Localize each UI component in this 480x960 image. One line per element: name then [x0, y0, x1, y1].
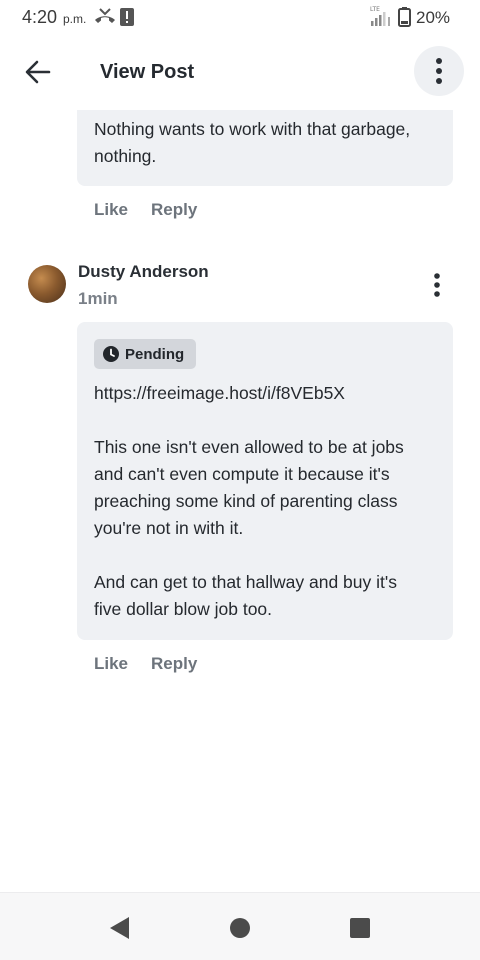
triangle-back-icon: [110, 917, 129, 939]
status-ampm: p.m.: [63, 12, 87, 26]
comment-paragraph: And can get to that hallway and buy it's…: [94, 572, 397, 619]
author-name[interactable]: Dusty Anderson: [78, 262, 209, 282]
nav-recents-button[interactable]: [347, 915, 373, 941]
more-vertical-icon: [434, 273, 440, 297]
battery-percentage: 20%: [416, 8, 451, 27]
reply-button[interactable]: Reply: [151, 654, 197, 674]
like-button[interactable]: Like: [94, 654, 128, 674]
previous-comment-bubble: Nothing wants to work with that garbage,…: [77, 110, 453, 186]
circle-home-icon: [230, 918, 250, 938]
system-navigation-bar: [0, 892, 480, 960]
avatar[interactable]: [28, 265, 66, 303]
status-bar: 4:20 p.m. LTE 20%: [0, 0, 480, 34]
status-time: 4:20: [22, 7, 58, 27]
more-options-button[interactable]: [414, 46, 464, 96]
top-app-bar: View Post: [0, 34, 480, 110]
status-badge: Pending: [94, 339, 197, 369]
comment-time: 1min: [78, 289, 118, 308]
nav-back-button[interactable]: [106, 915, 132, 941]
svg-text:LTE: LTE: [370, 6, 380, 13]
arrow-left-icon: [25, 60, 51, 84]
reply-button[interactable]: Reply: [151, 200, 197, 220]
comment-bubble: Pending https://freeimage.host/i/f8VEb5X…: [77, 322, 453, 640]
lte-signal-icon: LTE: [370, 6, 390, 26]
comments-list[interactable]: Nothing wants to work with that garbage,…: [0, 110, 480, 892]
comment-text: Nothing wants to work with that garbage,…: [94, 119, 411, 166]
square-recents-icon: [350, 918, 370, 938]
more-vertical-icon: [436, 58, 442, 84]
comment-paragraph: This one isn't even allowed to be at job…: [94, 437, 404, 538]
status-badge-label: Pending: [125, 345, 185, 363]
battery-icon: [398, 7, 411, 27]
page-title: View Post: [100, 61, 195, 83]
comment-options-button[interactable]: [424, 270, 450, 300]
missed-call-icon: [95, 8, 115, 23]
back-button[interactable]: [18, 52, 58, 92]
nav-home-button[interactable]: [227, 915, 253, 941]
clock-icon: [103, 346, 119, 362]
comment-link[interactable]: https://freeimage.host/i/f8VEb5X: [94, 380, 345, 407]
like-button[interactable]: Like: [94, 200, 128, 220]
alert-icon: [120, 8, 134, 26]
